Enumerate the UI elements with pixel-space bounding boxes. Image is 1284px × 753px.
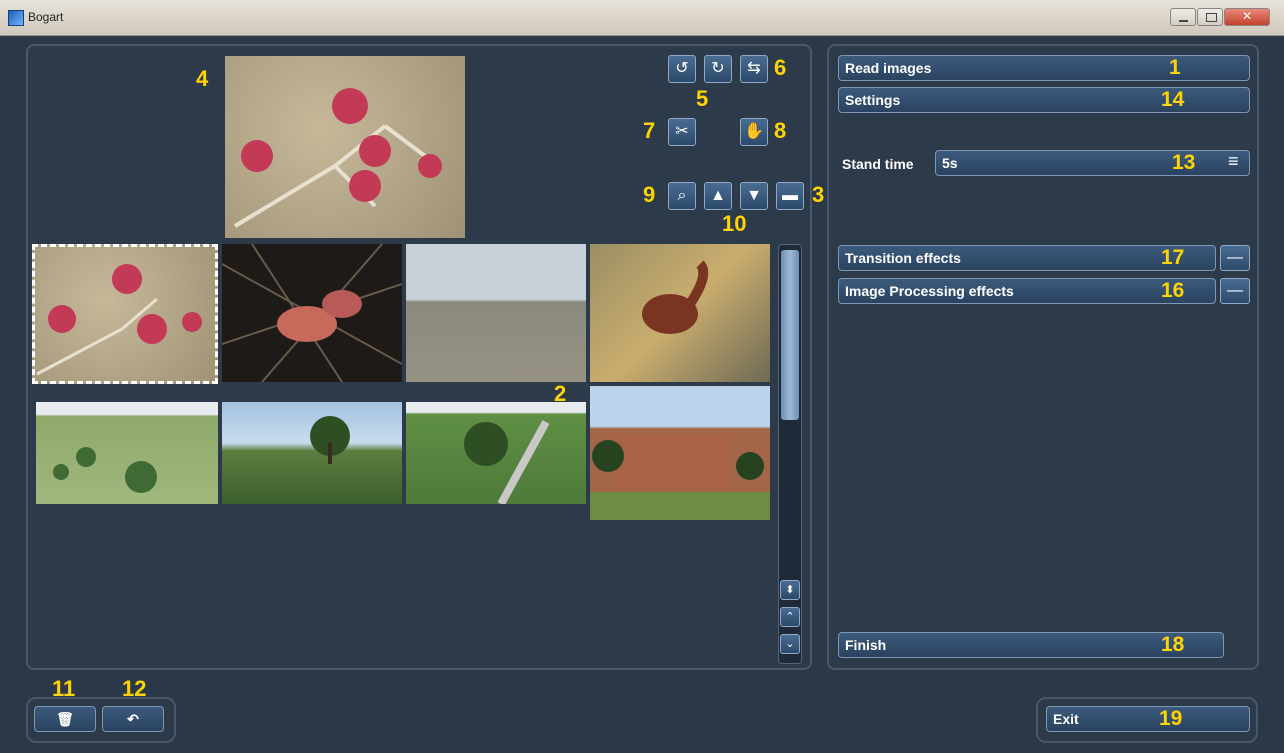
callout-19: 19 [1159, 707, 1183, 730]
callout-1: 1 [1169, 56, 1181, 79]
settings-label: Settings [845, 92, 901, 108]
stand-time-field[interactable]: 5s 13 ≡ [935, 150, 1250, 176]
minimize-button[interactable] [1170, 8, 1196, 26]
layout-icon[interactable]: ▬ [776, 182, 804, 210]
exit-button[interactable]: Exit 19 [1046, 706, 1250, 732]
image-processing-effects-button[interactable]: Image Processing effects 16 [838, 278, 1216, 304]
thumbs-up-icon[interactable]: ▲ [704, 182, 732, 210]
callout-13: 13 [1172, 151, 1196, 174]
stand-time-label: Stand time [842, 156, 914, 172]
swap-icon[interactable]: ⇆ [740, 55, 768, 83]
callout-10: 10 [722, 211, 747, 236]
trash-icon[interactable]: 🗑 [34, 706, 96, 732]
scroll-down-icon[interactable]: ⌄ [780, 634, 800, 654]
thumbnail-6[interactable] [222, 402, 402, 504]
scissors-icon[interactable]: ✂ [668, 118, 696, 146]
rotate-left-icon[interactable]: ↺ [668, 55, 696, 83]
callout-8: 8 [774, 118, 787, 143]
thumbnail-1[interactable] [32, 244, 218, 384]
preview-image [225, 56, 465, 238]
maximize-button[interactable] [1197, 8, 1223, 26]
callout-18: 18 [1161, 633, 1185, 656]
thumbs-down-icon[interactable]: ▼ [740, 182, 768, 210]
finish-button[interactable]: Finish 18 [838, 632, 1224, 658]
read-images-label: Read images [845, 60, 932, 76]
transition-effects-label: Transition effects [845, 250, 961, 266]
app-icon [8, 10, 24, 26]
image-processing-collapse-icon[interactable]: — [1220, 278, 1250, 304]
window-title: Bogart [28, 10, 64, 24]
undo-icon[interactable]: ↶ [102, 706, 164, 732]
callout-7: 7 [643, 118, 656, 143]
callout-3: 3 [812, 182, 825, 207]
close-button[interactable] [1224, 8, 1270, 26]
callout-17: 17 [1161, 246, 1185, 269]
callout-5: 5 [696, 86, 709, 111]
title-bar: Bogart [0, 0, 1284, 36]
callout-14: 14 [1161, 88, 1185, 111]
thumbnail-3[interactable] [406, 244, 586, 382]
hand-icon[interactable]: ✋ [740, 118, 768, 146]
read-images-button[interactable]: Read images 1 [838, 55, 1250, 81]
scrollbar-thumb[interactable] [781, 250, 799, 420]
callout-4: 4 [196, 66, 209, 91]
thumbnail-4[interactable] [590, 244, 770, 382]
transition-effects-collapse-icon[interactable]: — [1220, 245, 1250, 271]
callout-6: 6 [774, 55, 787, 80]
thumbnail-5[interactable] [36, 402, 218, 504]
menu-icon[interactable]: ≡ [1228, 151, 1239, 172]
callout-9: 9 [643, 182, 656, 207]
image-processing-effects-label: Image Processing effects [845, 283, 1014, 299]
rotate-right-icon[interactable]: ↻ [704, 55, 732, 83]
settings-button[interactable]: Settings 14 [838, 87, 1250, 113]
thumbnail-7[interactable] [406, 402, 586, 504]
scroll-updown-icon[interactable]: ⬍ [780, 580, 800, 600]
stand-time-value: 5s [942, 155, 958, 171]
transition-effects-button[interactable]: Transition effects 17 [838, 245, 1216, 271]
exit-label: Exit [1053, 711, 1079, 727]
magnifier-icon[interactable]: ⌕ [668, 182, 696, 210]
thumbnail-2[interactable] [222, 244, 402, 382]
settings-panel [827, 44, 1259, 670]
callout-16: 16 [1161, 279, 1185, 302]
scroll-up-icon[interactable]: ⌃ [780, 607, 800, 627]
finish-label: Finish [845, 637, 887, 653]
thumbnail-8[interactable] [590, 386, 770, 520]
